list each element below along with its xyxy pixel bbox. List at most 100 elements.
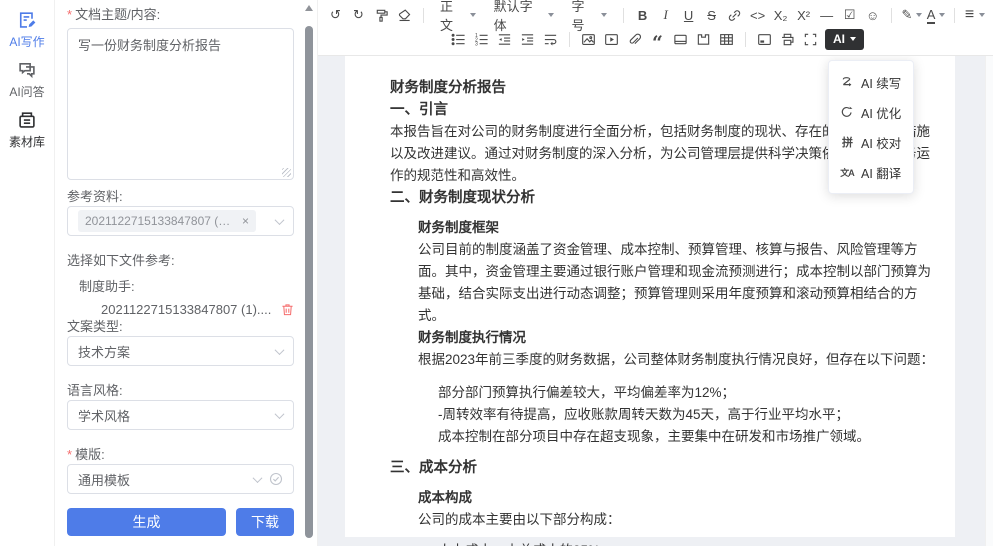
toolbar-separator — [623, 8, 624, 23]
svg-text:3: 3 — [475, 41, 478, 47]
ordered-list-icon[interactable]: 123 — [470, 28, 493, 50]
file-row: 2021122715133847807 (1).... — [67, 300, 294, 318]
menu-item-ai-proofread[interactable]: 拼 AI 校对 — [829, 127, 913, 157]
caret-down-icon — [470, 13, 476, 17]
doc-paragraph: 公司目前的制度涵盖了资金管理、成本控制、预算管理、核算与报告、风险管理等方面。其… — [390, 239, 941, 327]
reference-select[interactable]: 2021122715133847807 (1).... × — [67, 206, 294, 236]
image-icon[interactable] — [577, 28, 600, 50]
redo-icon[interactable]: ↻ — [347, 4, 370, 26]
bold-icon[interactable]: B — [631, 4, 654, 26]
copy-type-label: 文案类型: — [67, 318, 294, 336]
editor-scrollbar-track[interactable] — [985, 56, 993, 546]
doc-spacer — [390, 371, 941, 382]
generation-form-panel: *文档主题/内容: 写一份财务制度分析报告 参考资料: 202112271513… — [55, 0, 318, 546]
superscript-icon[interactable]: X² — [792, 4, 815, 26]
caret-down-icon — [548, 13, 554, 17]
panel-icon[interactable] — [753, 28, 776, 50]
horizontal-rule-icon[interactable]: — — [815, 4, 838, 26]
sidebar-item-library[interactable]: 素材库 — [9, 110, 45, 150]
card-icon[interactable] — [669, 28, 692, 50]
write-icon — [17, 10, 37, 30]
video-icon[interactable] — [600, 28, 623, 50]
indent-icon[interactable] — [516, 28, 539, 50]
resize-handle[interactable] — [282, 168, 291, 177]
menu-item-ai-translate[interactable]: 文A AI 翻译 — [829, 157, 913, 187]
sidebar-item-label: AI写作 — [9, 33, 44, 50]
ai-proofread-icon: 拼 — [840, 134, 854, 150]
toolbar-separator — [569, 32, 570, 47]
check-circle-icon — [269, 472, 283, 486]
sidebar-item-ai-qa[interactable]: AI问答 — [9, 60, 44, 100]
subscript-icon[interactable]: X₂ — [769, 4, 792, 26]
lang-style-select[interactable]: 学术风格 — [67, 400, 294, 430]
toolbar-separator — [891, 8, 892, 23]
template-value: 通用模板 — [78, 470, 130, 489]
chevron-down-icon — [275, 409, 285, 419]
font-family-select[interactable]: 默认字体 — [485, 4, 563, 26]
generate-button[interactable]: 生成 — [67, 508, 226, 536]
template-label: *模版: — [67, 446, 294, 464]
caret-down-icon — [601, 13, 607, 17]
format-painter-icon[interactable] — [370, 4, 393, 26]
blockquote-icon[interactable]: “ — [646, 28, 669, 50]
ai-dropdown-button[interactable]: AI — [825, 29, 864, 50]
table-icon[interactable] — [715, 28, 738, 50]
toolbar-row-2: 123 “ — [324, 27, 987, 51]
strikethrough-icon[interactable]: S — [700, 4, 723, 26]
download-button[interactable]: 下载 — [236, 508, 294, 536]
text-wrap-icon[interactable] — [539, 28, 562, 50]
bullet-list-icon[interactable] — [447, 28, 470, 50]
doc-spacer — [390, 531, 941, 540]
file-group-label: 制度助手: — [67, 278, 294, 296]
doc-list-item: 部分部门预算执行偏差较大，平均偏差率为12%； — [390, 382, 941, 404]
doc-subheading-execution: 财务制度执行情况 — [390, 327, 941, 349]
doc-spacer — [390, 448, 941, 457]
task-checkbox-icon[interactable]: ☑ — [838, 4, 861, 26]
eraser-icon[interactable] — [393, 4, 416, 26]
chevron-down-icon — [253, 473, 263, 483]
doc-list-item: -周转效率有待提高，应收账款周转天数为45天，高于行业平均水平； — [390, 404, 941, 426]
fullscreen-icon[interactable] — [799, 28, 822, 50]
template-select[interactable]: 通用模板 — [67, 464, 294, 494]
app-sidebar: AI写作 AI问答 素材库 — [0, 0, 55, 546]
menu-item-ai-continue[interactable]: AI 续写 — [829, 67, 913, 97]
code-icon[interactable]: <> — [746, 4, 769, 26]
emoji-icon[interactable]: ☺ — [861, 4, 884, 26]
outdent-icon[interactable] — [493, 28, 516, 50]
doc-subheading-cost-structure: 成本构成 — [390, 487, 941, 509]
topic-input[interactable]: 写一份财务制度分析报告 — [67, 28, 294, 180]
underline-icon[interactable]: U — [677, 4, 700, 26]
trash-icon[interactable] — [281, 303, 294, 316]
undo-icon[interactable]: ↺ — [324, 4, 347, 26]
snippet-icon[interactable] — [692, 28, 715, 50]
editor-canvas: 财务制度分析报告 一、引言 本报告旨在对公司的财务制度进行全面分析，包括财务制度… — [318, 56, 993, 546]
sidebar-item-label: 素材库 — [9, 133, 45, 150]
scrollbar-thumb[interactable] — [305, 26, 313, 538]
reference-label: 参考资料: — [67, 188, 294, 206]
ai-dropdown-menu: AI 续写 AI 优化 拼 AI 校对 文A AI 翻译 — [828, 60, 914, 194]
scroll-up-icon[interactable] — [305, 5, 313, 11]
print-icon[interactable] — [776, 28, 799, 50]
menu-item-ai-optimize[interactable]: AI 优化 — [829, 97, 913, 127]
doc-list-item: 人力成本：占总成本的35%； — [390, 540, 941, 546]
caret-down-icon — [939, 13, 945, 17]
ai-translate-icon: 文A — [840, 166, 854, 179]
doc-heading-cost: 三、成本分析 — [390, 457, 941, 479]
italic-icon[interactable]: I — [654, 4, 677, 26]
align-icon[interactable]: ≡ — [962, 4, 987, 26]
font-color-icon[interactable]: A — [924, 4, 947, 26]
tag-remove-icon[interactable]: × — [242, 214, 249, 228]
sidebar-item-ai-write[interactable]: AI写作 — [9, 10, 44, 50]
form-actions: 生成 下载 — [67, 508, 294, 536]
toolbar-row-1: ↺ ↻ 正文 默认字体 字号 B I U S — [324, 3, 987, 27]
copy-type-select[interactable]: 技术方案 — [67, 336, 294, 366]
paragraph-style-select[interactable]: 正文 — [431, 4, 485, 26]
link-icon[interactable] — [723, 4, 746, 26]
toolbar-separator — [745, 32, 746, 47]
caret-down-icon — [979, 13, 985, 17]
attachment-icon[interactable] — [623, 28, 646, 50]
font-size-select[interactable]: 字号 — [563, 4, 617, 26]
doc-subheading-framework: 财务制度框架 — [390, 217, 941, 239]
highlight-pen-icon[interactable]: ✎ — [899, 4, 924, 26]
panel-scrollbar[interactable] — [304, 0, 314, 546]
